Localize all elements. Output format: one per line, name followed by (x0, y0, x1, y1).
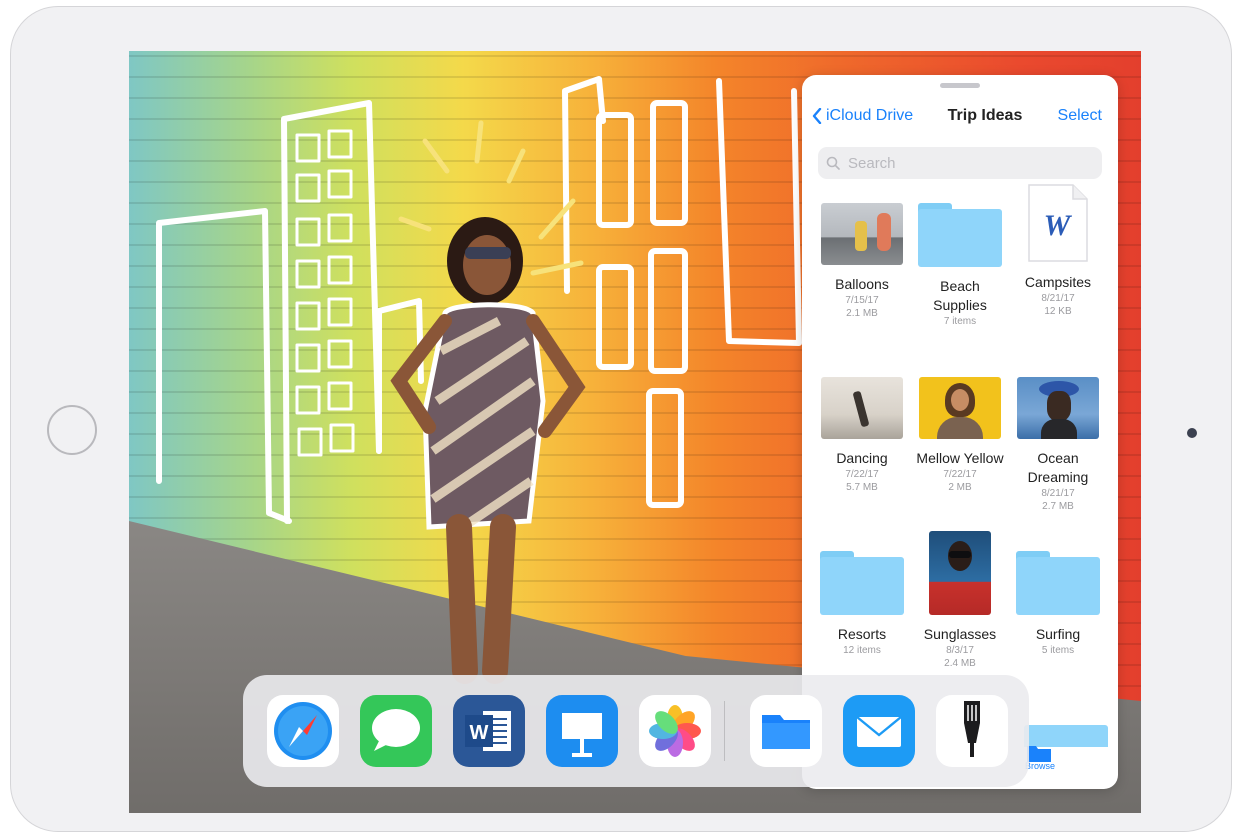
folder-icon (1016, 551, 1100, 615)
messages-app[interactable] (360, 695, 432, 767)
front-camera (1187, 428, 1197, 438)
file-name: Dancing (836, 450, 888, 466)
folder-name: Beach Supplies (933, 278, 987, 313)
file-name: Balloons (835, 276, 889, 292)
folder-count: 7 items (943, 316, 977, 327)
photo-thumbnail (1017, 377, 1099, 439)
file-date: 7/15/17 (845, 295, 879, 306)
slide-over-grabber[interactable] (940, 83, 980, 88)
file-size: 2 MB (948, 482, 972, 493)
back-button-label: iCloud Drive (826, 107, 914, 124)
file-date: 7/22/17 (845, 469, 879, 480)
folder-count: 12 items (843, 645, 881, 656)
file-size: 2.1 MB (846, 308, 878, 319)
mail-app[interactable] (843, 695, 915, 767)
safari-app[interactable] (267, 695, 339, 767)
files-icon (750, 695, 822, 767)
file-item-mellow-yellow[interactable]: Mellow Yellow 7/22/17 2 MB (912, 377, 1008, 494)
home-button[interactable] (47, 405, 97, 455)
file-item-sunglasses[interactable]: Sunglasses 8/3/17 2.4 MB (912, 531, 1008, 670)
folder-item-beach-supplies[interactable]: Beach Supplies 7 items (912, 203, 1008, 328)
back-button[interactable]: iCloud Drive (812, 105, 913, 127)
ipad-screen: iCloud Drive Trip Ideas Select Balloons … (129, 51, 1141, 813)
file-name: Ocean Dreaming (1027, 450, 1089, 485)
folder-name: Surfing (1035, 626, 1081, 642)
file-date: 8/21/17 (1041, 293, 1075, 304)
keynote-icon (546, 695, 618, 767)
select-button[interactable]: Select (1058, 107, 1102, 125)
photo-thumbnail (821, 203, 903, 265)
safari-icon (267, 695, 339, 767)
search-input[interactable] (846, 153, 1090, 173)
folder-icon (918, 203, 1002, 267)
mail-icon (843, 695, 915, 767)
file-size: 2.7 MB (1042, 501, 1074, 512)
photo-thumbnail (919, 377, 1001, 439)
ipad-frame: iCloud Drive Trip Ideas Select Balloons … (10, 6, 1232, 832)
file-name: Campsites (1024, 274, 1092, 290)
search-field[interactable] (818, 147, 1102, 179)
dock-divider (724, 701, 725, 761)
photo-thumbnail (821, 377, 903, 439)
pen-app[interactable] (936, 695, 1008, 767)
folder-item-surfing[interactable]: Surfing 5 items (1010, 551, 1106, 657)
messages-icon (360, 695, 432, 767)
folder-name: Resorts (837, 626, 887, 642)
file-name: Mellow Yellow (916, 450, 1004, 466)
pen-app-icon (936, 695, 1008, 767)
word-document-icon: W (1027, 183, 1089, 263)
chevron-left-icon (812, 108, 822, 124)
folder-icon (820, 551, 904, 615)
word-glyph: W (1044, 209, 1073, 242)
file-item-balloons[interactable]: Balloons 7/15/17 2.1 MB (814, 203, 910, 320)
file-item-ocean-dreaming[interactable]: Ocean Dreaming 8/21/17 2.7 MB (1010, 377, 1106, 513)
file-date: 7/22/17 (943, 469, 977, 480)
word-app[interactable]: W (453, 695, 525, 767)
file-name: Sunglasses (923, 626, 997, 642)
file-size: 12 KB (1044, 306, 1072, 317)
file-size: 5.7 MB (846, 482, 878, 493)
photo-thumbnail (929, 531, 991, 615)
file-item-dancing[interactable]: Dancing 7/22/17 5.7 MB (814, 377, 910, 494)
files-app[interactable] (750, 695, 822, 767)
file-item-campsites[interactable]: W Campsites 8/21/17 12 KB (1010, 183, 1106, 318)
file-date: 8/3/17 (946, 645, 974, 656)
browse-tab-icon[interactable] (1026, 743, 1052, 763)
dock: W (243, 675, 1029, 787)
search-icon (826, 156, 840, 170)
word-icon: W (453, 695, 525, 767)
file-size: 2.4 MB (944, 658, 976, 669)
folder-item-resorts[interactable]: Resorts 12 items (814, 551, 910, 657)
keynote-app[interactable] (546, 695, 618, 767)
photos-icon (639, 695, 711, 767)
file-date: 8/21/17 (1041, 488, 1075, 499)
folder-count: 5 items (1041, 645, 1075, 656)
svg-text:W: W (470, 722, 489, 744)
photos-app[interactable] (639, 695, 711, 767)
